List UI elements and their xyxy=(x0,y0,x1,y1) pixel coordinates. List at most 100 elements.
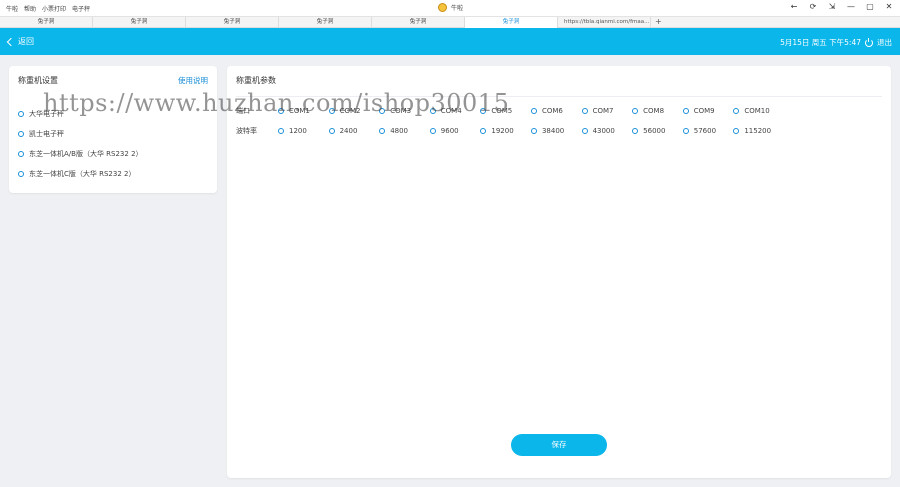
port-row: 端口 COM1 COM2 COM3 COM4 COM5 COM6 COM7 CO… xyxy=(236,106,784,116)
port-option[interactable]: COM3 xyxy=(379,107,430,115)
minimize-icon[interactable]: — xyxy=(846,2,856,11)
scale-option-toshiba-ab[interactable]: 东芝一体机A/B版（大华 RS232 2） xyxy=(18,144,143,164)
divider xyxy=(236,96,882,97)
baud-value: 4800 xyxy=(390,127,409,135)
port-option[interactable]: COM4 xyxy=(429,107,481,115)
save-button[interactable]: 保存 xyxy=(511,434,607,456)
port-value: COM8 xyxy=(643,107,665,115)
baud-value: 115200 xyxy=(744,127,772,135)
port-option[interactable]: COM5 xyxy=(480,107,531,115)
app-logo-icon xyxy=(438,3,447,12)
menu-item-scale[interactable]: 电子秤 xyxy=(72,4,90,13)
port-value: COM5 xyxy=(491,107,513,115)
tab-3[interactable]: 兔子洞 xyxy=(186,17,279,28)
maximize-icon[interactable]: ▢ xyxy=(865,2,875,11)
menu-item-help[interactable]: 帮助 xyxy=(24,4,36,13)
scale-option-dahua[interactable]: 大华电子秤 xyxy=(18,104,143,124)
scale-params-panel: 称重机参数 端口 COM1 COM2 COM3 COM4 COM5 COM6 C… xyxy=(227,66,891,478)
port-option[interactable]: COM9 xyxy=(682,107,734,115)
radio-icon[interactable] xyxy=(18,131,24,137)
port-value: COM1 xyxy=(289,107,310,115)
radio-icon[interactable] xyxy=(530,128,537,134)
power-icon[interactable] xyxy=(865,37,873,47)
back-label: 返回 xyxy=(18,37,34,46)
baud-option[interactable]: 38400 xyxy=(530,127,582,135)
cursor-icon[interactable]: ⇲ xyxy=(827,2,837,11)
datetime-display: 5月15日 周五 下午5:47 xyxy=(780,38,861,47)
radio-icon[interactable] xyxy=(632,108,639,114)
port-option[interactable]: COM6 xyxy=(530,107,582,115)
tab-7-url[interactable]: https://tbla.qianmi.com/fmaa... xyxy=(558,17,651,28)
scale-option-kaishi[interactable]: 凯士电子秤 xyxy=(18,124,143,144)
menu-item-niula[interactable]: 牛啦 xyxy=(6,4,18,13)
tab-4[interactable]: 兔子洞 xyxy=(279,17,372,28)
port-option[interactable]: COM7 xyxy=(581,107,633,115)
radio-icon[interactable] xyxy=(18,171,24,177)
radio-icon[interactable] xyxy=(429,128,436,134)
baud-option[interactable]: 115200 xyxy=(733,127,784,135)
help-link[interactable]: 使用说明 xyxy=(178,75,208,86)
scale-option-label: 东芝一体机C版（大华 RS232 2） xyxy=(29,170,136,178)
baud-option[interactable]: 9600 xyxy=(429,127,481,135)
port-option[interactable]: COM2 xyxy=(328,107,380,115)
baud-value: 38400 xyxy=(541,127,565,135)
radio-icon[interactable] xyxy=(581,108,588,114)
radio-icon[interactable] xyxy=(480,128,487,134)
radio-icon[interactable] xyxy=(379,108,386,114)
baud-option[interactable]: 57600 xyxy=(682,127,734,135)
tab-6-active[interactable]: 兔子洞 xyxy=(465,17,558,28)
nav-back-icon[interactable]: ← xyxy=(789,2,799,11)
baud-option[interactable]: 1200 xyxy=(278,127,329,135)
menu-item-receipt-print[interactable]: 小票打印 xyxy=(42,4,66,13)
baud-label: 波特率 xyxy=(236,127,257,135)
scale-option-toshiba-c[interactable]: 东芝一体机C版（大华 RS232 2） xyxy=(18,164,143,184)
radio-icon[interactable] xyxy=(379,128,386,134)
radio-icon[interactable] xyxy=(682,128,689,134)
chevron-left-icon xyxy=(6,37,16,46)
radio-icon[interactable] xyxy=(18,111,24,117)
baud-value: 57600 xyxy=(693,127,717,135)
add-tab-button[interactable]: + xyxy=(655,17,662,28)
baud-value: 43000 xyxy=(592,127,615,135)
radio-icon[interactable] xyxy=(733,128,740,134)
window-controls: ← ⟳ ⇲ — ▢ ✕ xyxy=(789,2,894,11)
radio-icon[interactable] xyxy=(18,151,24,157)
port-value: COM9 xyxy=(693,107,715,115)
port-value: COM10 xyxy=(744,107,770,115)
port-option[interactable]: COM10 xyxy=(733,107,784,115)
app-header: 返回 5月15日 周五 下午5:47 退出 xyxy=(0,28,900,55)
port-value: COM3 xyxy=(390,107,412,115)
radio-icon[interactable] xyxy=(480,108,487,114)
logout-button[interactable]: 退出 xyxy=(877,37,892,48)
close-icon[interactable]: ✕ xyxy=(884,2,894,11)
back-button[interactable]: 返回 xyxy=(6,36,34,47)
baud-option[interactable]: 4800 xyxy=(379,127,430,135)
port-value: COM7 xyxy=(592,107,614,115)
radio-icon[interactable] xyxy=(632,128,639,134)
refresh-icon[interactable]: ⟳ xyxy=(808,2,818,11)
radio-icon[interactable] xyxy=(278,108,284,114)
baud-option[interactable]: 2400 xyxy=(328,127,380,135)
scale-settings-title: 称重机设置 xyxy=(18,76,58,85)
radio-icon[interactable] xyxy=(278,128,284,134)
baud-option[interactable]: 56000 xyxy=(632,127,683,135)
tab-5[interactable]: 兔子洞 xyxy=(372,17,465,28)
radio-icon[interactable] xyxy=(328,108,335,114)
baud-option[interactable]: 19200 xyxy=(480,127,531,135)
radio-icon[interactable] xyxy=(328,128,335,134)
port-option[interactable]: COM1 xyxy=(278,107,329,115)
radio-icon[interactable] xyxy=(733,108,740,114)
radio-icon[interactable] xyxy=(530,108,537,114)
tab-2[interactable]: 兔子洞 xyxy=(93,17,186,28)
baud-value: 9600 xyxy=(440,127,459,135)
radio-icon[interactable] xyxy=(429,108,436,114)
radio-icon[interactable] xyxy=(581,128,588,134)
browser-tabbar: 兔子洞 兔子洞 兔子洞 兔子洞 兔子洞 兔子洞 https://tbla.qia… xyxy=(0,17,900,28)
port-option[interactable]: COM8 xyxy=(632,107,683,115)
tab-1[interactable]: 兔子洞 xyxy=(0,17,93,28)
scale-option-label: 凯士电子秤 xyxy=(29,130,64,138)
baud-option[interactable]: 43000 xyxy=(581,127,633,135)
scale-settings-panel: 称重机设置 使用说明 大华电子秤 凯士电子秤 东芝一体机A/B版（大华 RS23… xyxy=(9,66,217,193)
radio-icon[interactable] xyxy=(682,108,689,114)
baud-row: 波特率 1200 2400 4800 9600 19200 38400 4300… xyxy=(236,126,784,136)
